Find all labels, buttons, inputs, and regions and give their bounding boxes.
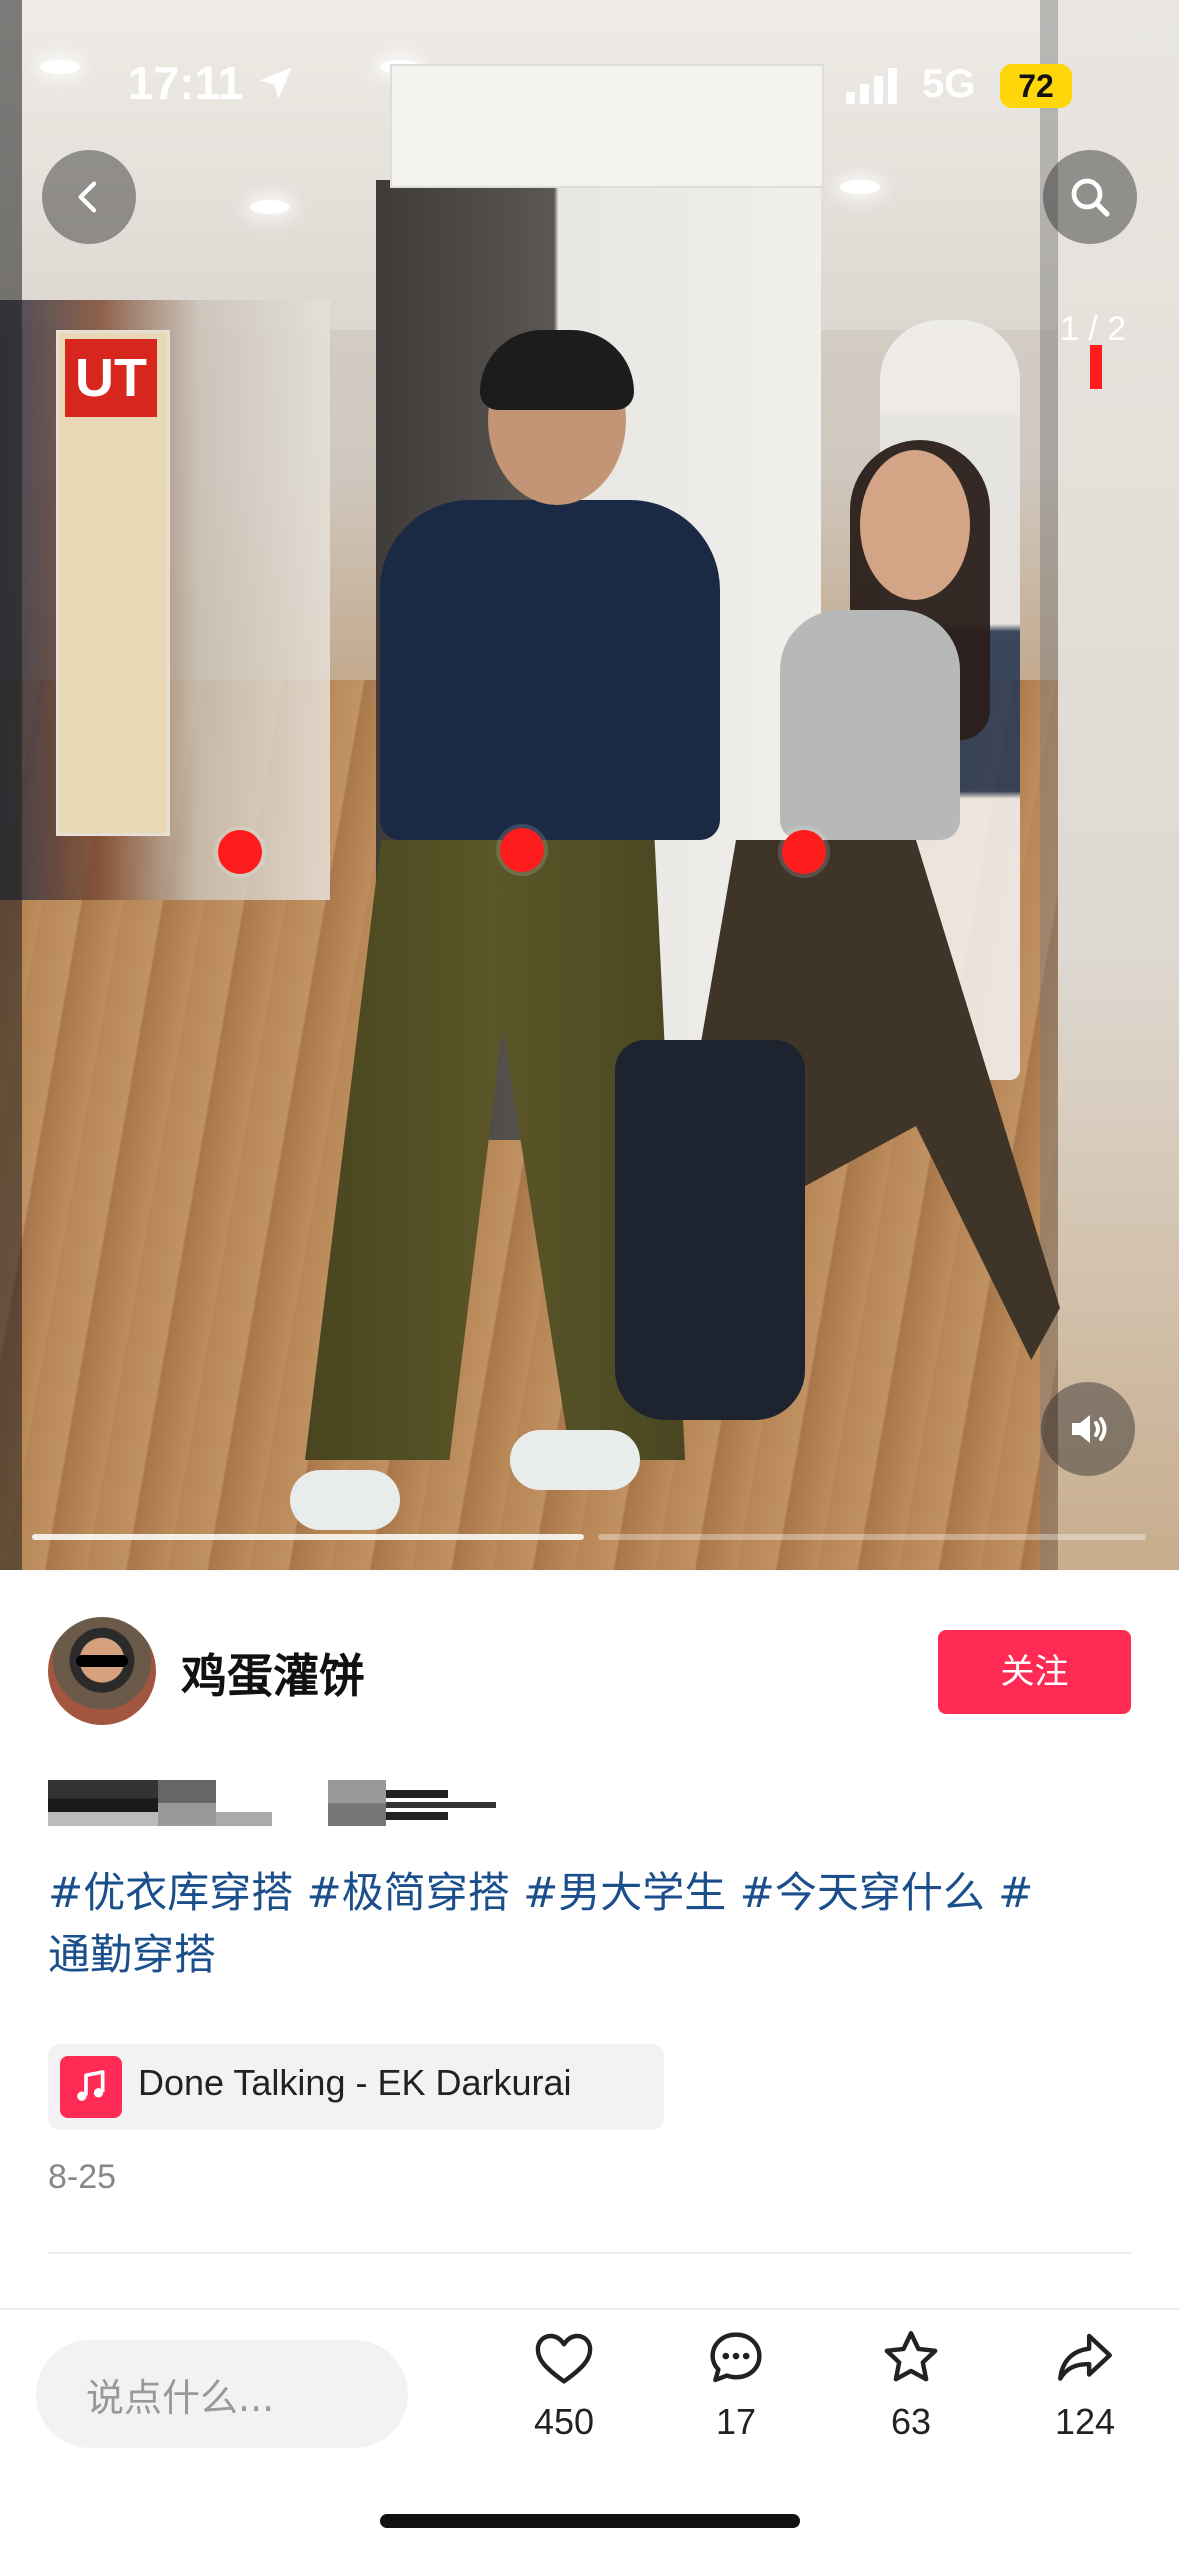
signal-bars-icon — [846, 68, 902, 104]
divider — [48, 2252, 1131, 2254]
avatar[interactable] — [48, 1617, 156, 1725]
product-tag-dot[interactable] — [218, 830, 262, 874]
share-button[interactable]: 124 — [1015, 2325, 1155, 2443]
home-indicator[interactable] — [380, 2514, 800, 2528]
post-date: 8-25 — [48, 2158, 117, 2196]
redacted-text — [48, 1780, 158, 1826]
comment-button[interactable]: 17 — [666, 2325, 806, 2443]
image-progress-active — [32, 1534, 584, 1540]
redacted-text — [158, 1780, 216, 1826]
network-type: 5G — [922, 62, 976, 106]
hashtags[interactable]: #优衣库穿搭 #极简穿搭 #男大学生 #今天穿什么 # 通勤穿搭 — [48, 1862, 1138, 1986]
comment-placeholder: 说点什么... — [86, 2375, 275, 2420]
like-count: 450 — [533, 2401, 595, 2442]
redacted-text — [386, 1790, 448, 1798]
status-bar: 17:11 5G 72 — [0, 0, 1179, 150]
comment-count: 17 — [715, 2401, 757, 2442]
ceiling-light — [250, 200, 290, 214]
backpack — [615, 1040, 805, 1420]
hashtags-line[interactable]: 通勤穿搭 — [48, 1924, 1138, 1986]
search-icon — [1071, 178, 1110, 217]
redacted-text — [386, 1812, 448, 1820]
image-progress-inactive — [598, 1534, 1146, 1540]
woman-tshirt — [780, 610, 960, 840]
divider — [0, 2308, 1179, 2310]
product-tag-dot[interactable] — [782, 830, 826, 874]
comment-input[interactable]: 说点什么... — [36, 2340, 408, 2448]
image-counter: 1 / 2 — [1060, 310, 1127, 348]
volume-icon — [1072, 1415, 1107, 1443]
post-photo[interactable]: UT — [0, 0, 1179, 1570]
man-shirt — [380, 500, 720, 840]
music-title: Done Talking - EK Darkurai — [138, 2062, 572, 2103]
author-name[interactable]: 鸡蛋灌饼 — [181, 1640, 365, 1706]
share-count: 124 — [1054, 2401, 1116, 2442]
music-note-icon — [60, 2056, 122, 2118]
ceiling-light — [840, 180, 880, 194]
back-button[interactable] — [42, 150, 136, 244]
like-button[interactable]: 450 — [494, 2325, 634, 2443]
heart-icon — [535, 2333, 593, 2384]
product-tag-dot[interactable] — [500, 828, 544, 872]
music-chip[interactable]: Done Talking - EK Darkurai — [48, 2044, 664, 2130]
favorite-count: 63 — [890, 2401, 932, 2442]
redacted-text — [216, 1812, 272, 1826]
volume-button[interactable] — [1041, 1382, 1135, 1476]
redacted-text — [328, 1780, 386, 1826]
hashtags-line[interactable]: #优衣库穿搭 #极简穿搭 #男大学生 #今天穿什么 # — [48, 1862, 1138, 1924]
woman-head — [860, 450, 970, 600]
sneaker — [290, 1470, 400, 1530]
follow-button[interactable]: 关注 — [938, 1630, 1131, 1714]
redacted-text — [386, 1802, 496, 1808]
comment-icon — [710, 2332, 762, 2383]
ut-logo: UT — [65, 339, 157, 417]
location-arrow-icon — [260, 67, 292, 99]
search-button[interactable] — [1043, 150, 1137, 244]
favorite-button[interactable]: 63 — [841, 2325, 981, 2443]
sneaker — [510, 1430, 640, 1490]
star-icon — [884, 2331, 938, 2382]
battery-indicator: 72 — [1000, 64, 1072, 108]
mirror-edge — [0, 0, 22, 1570]
ut-sign: UT — [56, 330, 170, 836]
image-counter-marker — [1090, 345, 1102, 389]
status-time: 17:11 — [128, 57, 244, 109]
share-icon — [1058, 2333, 1112, 2381]
chevron-left-icon — [78, 181, 97, 213]
